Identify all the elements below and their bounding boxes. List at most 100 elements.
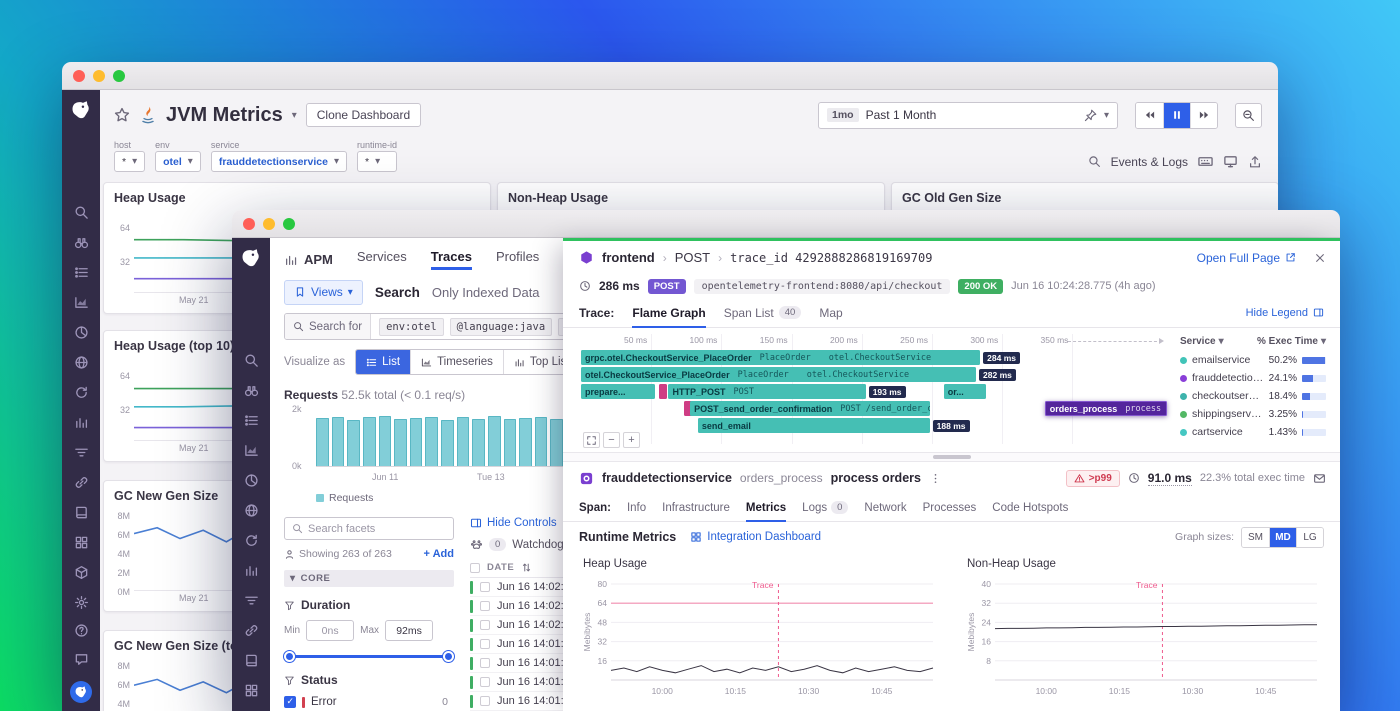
- keyboard-icon[interactable]: [1198, 154, 1213, 169]
- template-var-runtime-id[interactable]: runtime-id*▾: [357, 140, 397, 172]
- latency-badge[interactable]: >p99: [1066, 470, 1120, 487]
- pie-icon[interactable]: [244, 473, 259, 488]
- datadog-logo-icon[interactable]: [240, 247, 262, 269]
- legend-exec-header[interactable]: % Exec Time: [1257, 336, 1318, 347]
- time-chevron-icon[interactable]: ▾: [1104, 110, 1109, 121]
- share-icon[interactable]: [1248, 155, 1262, 169]
- add-facet-button[interactable]: + Add: [424, 548, 454, 560]
- trace-tab-span-list[interactable]: Span List 40: [724, 298, 802, 328]
- span-send_email[interactable]: send_email: [698, 418, 930, 433]
- cube-icon[interactable]: [74, 565, 89, 580]
- search-token[interactable]: @language:java: [450, 318, 553, 336]
- row-checkbox[interactable]: [480, 658, 490, 668]
- span-service[interactable]: frauddetectionservice: [602, 471, 732, 485]
- histogram-bar[interactable]: [379, 416, 392, 466]
- bar-chart-icon[interactable]: [74, 415, 89, 430]
- clone-dashboard-button[interactable]: Clone Dashboard: [306, 103, 421, 127]
- pie-icon[interactable]: [74, 325, 89, 340]
- rewind-button[interactable]: [1136, 103, 1163, 128]
- duration-min-input[interactable]: 0ns: [306, 620, 354, 641]
- window-titlebar[interactable]: [232, 210, 1340, 238]
- span-otel.CheckoutService_PlaceOrder[interactable]: otel.CheckoutService_PlaceOrderPlaceOrde…: [581, 367, 976, 382]
- binoculars-icon[interactable]: [244, 383, 259, 398]
- row-checkbox[interactable]: [480, 601, 490, 611]
- search-icon[interactable]: [244, 353, 259, 368]
- histogram-bar[interactable]: [363, 417, 376, 466]
- template-var-service[interactable]: servicefrauddetectionservice▾: [211, 140, 347, 172]
- select-all-checkbox[interactable]: [470, 563, 480, 573]
- legend-row-cartservice[interactable]: cartservice1.43%: [1180, 423, 1326, 441]
- time-range-picker[interactable]: 1mo Past 1 Month ▾: [818, 102, 1118, 129]
- maximize-window-button[interactable]: [113, 70, 125, 82]
- error-checkbox[interactable]: [284, 696, 296, 708]
- span-tab-network[interactable]: Network: [864, 494, 906, 522]
- gear-icon[interactable]: [74, 595, 89, 610]
- events-logs-label[interactable]: Events & Logs: [1111, 155, 1188, 169]
- search-token[interactable]: env:otel: [379, 318, 444, 336]
- globe-icon[interactable]: [244, 503, 259, 518]
- maximize-window-button[interactable]: [283, 218, 295, 230]
- refresh-icon[interactable]: [244, 533, 259, 548]
- facet-error-row[interactable]: Error 0: [284, 696, 454, 708]
- binoculars-icon[interactable]: [74, 235, 89, 250]
- histogram-bar[interactable]: [472, 419, 485, 466]
- histogram-bar[interactable]: [425, 417, 438, 466]
- fullscreen-icon[interactable]: [1223, 154, 1238, 169]
- trace-tab-flame-graph[interactable]: Flame Graph: [632, 298, 705, 328]
- events-search-icon[interactable]: [1088, 155, 1101, 168]
- span-tab-code-hotspots[interactable]: Code Hotspots: [992, 494, 1068, 522]
- span-grpc.otel.CheckoutService_PlaceOrder[interactable]: grpc.otel.CheckoutService_PlaceOrderPlac…: [581, 350, 980, 365]
- row-checkbox[interactable]: [480, 639, 490, 649]
- link-icon[interactable]: [74, 475, 89, 490]
- favorite-star-icon[interactable]: [114, 107, 130, 123]
- span-tab-infrastructure[interactable]: Infrastructure: [662, 494, 730, 522]
- title-chevron-icon[interactable]: ▾: [292, 110, 297, 121]
- integration-dashboard-link[interactable]: Integration Dashboard: [690, 531, 821, 543]
- histogram-bar[interactable]: [347, 420, 360, 466]
- chat-icon[interactable]: [74, 652, 89, 667]
- window-titlebar[interactable]: [62, 62, 1278, 90]
- panel-divider[interactable]: [563, 452, 1340, 462]
- envelope-icon[interactable]: [1313, 472, 1326, 485]
- slider-handle-min[interactable]: [284, 651, 295, 662]
- row-checkbox[interactable]: [480, 696, 490, 706]
- span-HTTP_POST[interactable]: HTTP_POSTPOST: [668, 384, 865, 399]
- open-full-page-link[interactable]: Open Full Page: [1197, 251, 1296, 265]
- facet-duration[interactable]: Duration: [284, 598, 454, 612]
- breadcrumb-service[interactable]: frontend: [602, 250, 655, 265]
- forward-button[interactable]: [1190, 103, 1217, 128]
- span-POST_send_order_confirmation[interactable]: POST_send_order_confirmationPOST /send_o…: [690, 401, 929, 416]
- filter-icon[interactable]: [74, 445, 89, 460]
- histogram-bar[interactable]: [504, 419, 517, 466]
- pin-icon[interactable]: [1084, 109, 1097, 122]
- globe-icon[interactable]: [74, 355, 89, 370]
- minimize-window-button[interactable]: [263, 218, 275, 230]
- list-icon[interactable]: [244, 413, 259, 428]
- legend-row-emailservice[interactable]: emailservice50.2%: [1180, 351, 1326, 369]
- close-panel-icon[interactable]: [1314, 252, 1326, 264]
- legend-service-header[interactable]: Service: [1180, 336, 1216, 347]
- search-facets-input[interactable]: Search facets: [284, 517, 454, 540]
- help-icon[interactable]: [74, 623, 89, 638]
- book-icon[interactable]: [74, 505, 89, 520]
- histogram-bar[interactable]: [316, 418, 329, 466]
- histogram-bar[interactable]: [550, 419, 563, 466]
- visualize-timeseries[interactable]: Timeseries: [410, 350, 503, 374]
- grid-icon[interactable]: [244, 683, 259, 698]
- graph-size-sm[interactable]: SM: [1242, 528, 1269, 547]
- span-or...[interactable]: or...: [944, 384, 986, 399]
- minimize-window-button[interactable]: [93, 70, 105, 82]
- endpoint-pill[interactable]: opentelemetry-frontend:8080/api/checkout: [694, 279, 951, 294]
- list-icon[interactable]: [74, 265, 89, 280]
- views-button[interactable]: Views ▾: [284, 280, 363, 305]
- kebab-menu-icon[interactable]: [929, 472, 942, 485]
- facet-section-core[interactable]: ▾CORE: [284, 570, 454, 587]
- histogram-bar[interactable]: [488, 416, 501, 466]
- histogram-bar[interactable]: [457, 417, 470, 466]
- span-tab-processes[interactable]: Processes: [923, 494, 977, 522]
- graph-size-md[interactable]: MD: [1269, 528, 1296, 547]
- template-var-env[interactable]: envotel▾: [155, 140, 201, 172]
- nav-profiles[interactable]: Profiles: [496, 249, 539, 270]
- nav-traces[interactable]: Traces: [431, 249, 472, 270]
- grid-icon[interactable]: [74, 535, 89, 550]
